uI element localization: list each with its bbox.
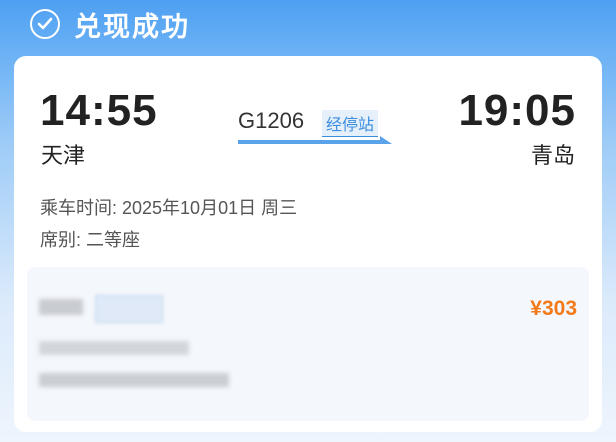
- direction-arrow-icon: [238, 136, 392, 144]
- arrival-time: 19:05: [458, 86, 576, 135]
- ticket-price: ¥303: [530, 297, 577, 320]
- train-info: G1206 经停站: [238, 108, 398, 148]
- departure-time: 14:55: [40, 86, 158, 135]
- departure-station: 天津: [41, 143, 86, 168]
- seat-class: 席别: 二等座: [40, 230, 141, 250]
- check-circle-icon: [30, 9, 60, 39]
- page-title: 兑现成功: [74, 11, 190, 42]
- passenger-panel: ¥303: [27, 267, 589, 421]
- passenger-id-redacted: [39, 341, 189, 355]
- ticket-number-redacted: [39, 373, 229, 387]
- ride-time: 乘车时间: 2025年10月01日 周三: [40, 198, 298, 218]
- passenger-type-badge-redacted: [95, 295, 163, 323]
- passenger-name-redacted: [39, 299, 83, 315]
- ticket-card: 14:55 天津 G1206 经停站 19:05 青岛 乘车时间: 2025年1…: [14, 56, 602, 432]
- header: 兑现成功: [30, 4, 190, 44]
- arrival-station: 青岛: [530, 143, 575, 168]
- train-number: G1206: [238, 108, 305, 133]
